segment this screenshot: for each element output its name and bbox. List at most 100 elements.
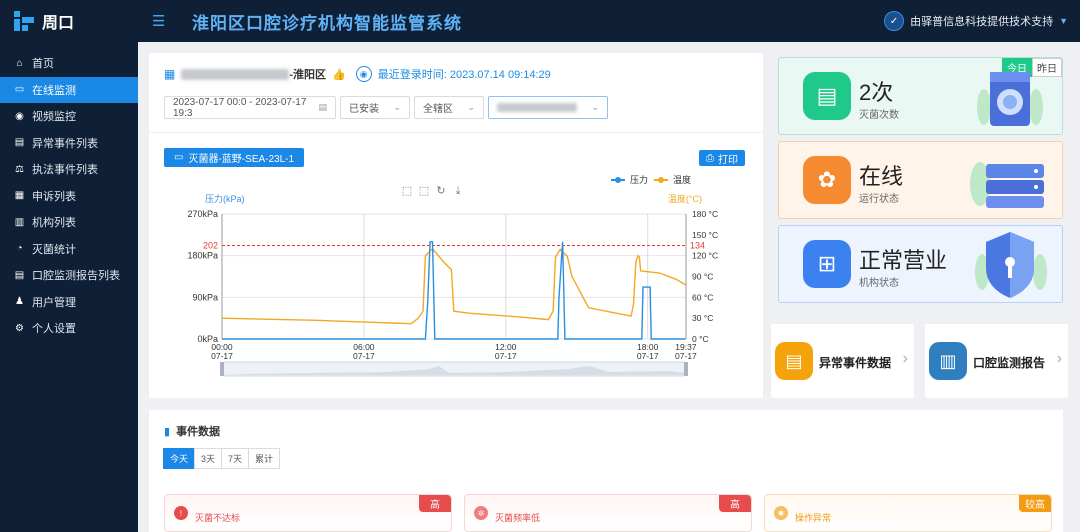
oral-report-label: 口腔监测报告 — [973, 356, 1046, 370]
alert-card[interactable]: ✹ 操作异常 较高 — [764, 494, 1052, 532]
home-icon: ⌂ — [16, 57, 23, 69]
abnormal-event-data-link[interactable]: ▤ 异常事件数据 › — [771, 324, 914, 398]
sidebar-item-label: 个人设置 — [32, 323, 76, 336]
sidebar-item[interactable]: ▦ 申诉列表 — [0, 183, 138, 210]
sidebar-item-label: 在线监测 — [32, 84, 76, 97]
alarm-icon: ! — [174, 506, 188, 520]
alert-card[interactable]: ! 灭菌不达标 高 — [164, 494, 452, 532]
warning-doc-icon: ▤ — [775, 342, 813, 380]
legend-label: 温度 — [673, 174, 691, 185]
region-select[interactable]: 全辖区 ⌄ — [414, 96, 484, 119]
frequency-icon: ✲ — [474, 506, 488, 520]
users-icon: ♟ — [15, 296, 24, 308]
range-slider-handle-right[interactable] — [684, 362, 688, 376]
pie-chart-icon: ◔ — [16, 243, 23, 255]
support-info[interactable]: ✓ 由驿普信息科技提供技术支持 ▼ — [884, 11, 1068, 31]
oral-report-link[interactable]: ▥ 口腔监测报告 › — [925, 324, 1068, 398]
printer-icon: ⎙ — [706, 152, 714, 164]
app-logo: 周口 — [0, 0, 138, 42]
sterilization-count: 2次 — [859, 80, 894, 105]
sidebar-item[interactable]: ◉ 视频监控 — [0, 103, 138, 130]
left-tick-label: 90kPa — [192, 292, 218, 302]
chevron-down-icon: ⌄ — [393, 102, 401, 112]
right-axis-title: 温度(°C) — [668, 193, 702, 204]
chevron-down-icon: ⌄ — [591, 102, 599, 112]
sidebar-item-label: 机构列表 — [32, 217, 76, 230]
x-tick-date: 07-17 — [495, 351, 517, 361]
sidebar-item[interactable]: ▤ 口腔监测报告列表 — [0, 262, 138, 289]
pressure-temperature-chart: ⬚ ⬚ ↻ ⤓压力 温度压力(kPa) 温度(°C)270kPa180kPa90kPa0k… — [187, 174, 718, 377]
sidebar-item[interactable]: ♟ 用户管理 — [0, 289, 138, 316]
report-icon: ▤ — [14, 269, 25, 281]
sidebar-item[interactable]: ⚖ 执法事件列表 — [0, 156, 138, 183]
alert-card[interactable]: ✲ 灭菌频率低 高 — [464, 494, 752, 532]
bar-chart-icon: ▮ — [164, 425, 171, 438]
left-tick-label: 270kPa — [187, 209, 218, 219]
running-status: 在线 — [859, 164, 904, 189]
sidebar-item-label: 申诉列表 — [32, 190, 76, 203]
chevron-right-icon: › — [902, 350, 908, 367]
institution-name — [181, 68, 290, 80]
app-name: 周口 — [42, 15, 75, 32]
chevron-right-icon: › — [1056, 350, 1062, 367]
appeal-icon: ▦ — [14, 190, 25, 202]
sun-icon: ✹ — [774, 506, 788, 520]
severity-badge: 高 — [719, 495, 751, 512]
sidebar-item[interactable]: ⌂ 首页 — [0, 50, 138, 77]
institution-status-card: ⊞ 正常营业 机构状态 — [778, 225, 1063, 303]
x-tick-date: 07-17 — [353, 351, 375, 361]
x-tick-date: 07-17 — [211, 351, 233, 361]
divider — [149, 132, 763, 133]
sidebar-item-label: 执法事件列表 — [32, 164, 98, 177]
sidebar-item[interactable]: ▥ 机构列表 — [0, 209, 138, 236]
date-range-picker[interactable]: 2023-07-17 00:0 - 2023-07-17 19:3 ▤ — [164, 96, 336, 119]
event-range-tab[interactable]: 累计 — [248, 448, 281, 469]
institution-select-value — [497, 103, 577, 112]
right-tick-label: 150 °C — [692, 230, 718, 240]
sidebar-item-label: 首页 — [32, 58, 54, 71]
sidebar-item[interactable]: ▤ 异常事件列表 — [0, 130, 138, 157]
monitor-icon: ▭ — [174, 152, 184, 163]
temperature-series-line — [221, 247, 686, 325]
sidebar-item[interactable]: ⚙ 个人设置 — [0, 315, 138, 342]
top-bar: ☰ 淮阳区口腔诊疗机构智能监管系统 ✓ 由驿普信息科技提供技术支持 ▼ — [138, 0, 1080, 42]
right-tick-label: 120 °C — [692, 251, 718, 261]
sidebar: 周口 ⌂ 首页 ▭ 在线监测 ◉ 视频监控 ▤ 异常事件列表 ⚖ 执法事件列表 ▦ 申诉列表 ▥ 机构列表… — [0, 0, 138, 532]
list-icon: ▤ — [14, 137, 25, 149]
alert-label: 灭菌不达标 — [195, 513, 241, 523]
clinic-icon: ⊞ — [803, 240, 851, 288]
abnormal-event-data-label: 异常事件数据 — [819, 356, 892, 370]
event-range-tab[interactable]: 3天 — [194, 448, 223, 469]
monitor-icon: ▭ — [14, 84, 25, 96]
restore-icon[interactable]: ↻ — [436, 185, 445, 197]
pressure-series-line — [222, 241, 686, 340]
install-status-value: 已安装 — [349, 104, 379, 115]
event-range-tab[interactable]: 7天 — [221, 448, 250, 469]
institution-status-label: 机构状态 — [859, 278, 899, 289]
zoom-icon[interactable]: ⬚ — [402, 185, 412, 197]
legend-label: 压力 — [630, 174, 648, 185]
menu-toggle-icon[interactable]: ☰ — [152, 12, 170, 30]
district-label: -淮阳区 — [289, 69, 327, 81]
range-slider-handle-left[interactable] — [220, 362, 224, 376]
running-status-card: ✿ 在线 运行状态 — [778, 141, 1063, 219]
zoom-reset-icon[interactable]: ⬚ — [419, 185, 429, 197]
institution-select[interactable]: ⌄ — [488, 96, 608, 119]
event-range-tab[interactable]: 今天 — [163, 448, 196, 469]
camera-icon: ◉ — [15, 110, 24, 122]
sterilization-count-card: ▤ 2次 灭菌次数 今日 昨日 — [778, 57, 1063, 135]
sidebar-item-label: 用户管理 — [32, 296, 76, 309]
sidebar-item[interactable]: ◔ 灭菌统计 — [0, 236, 138, 263]
gear-icon: ✿ — [803, 156, 851, 204]
severity-badge: 较高 — [1019, 495, 1051, 512]
date-range-value: 2023-07-17 00:0 - 2023-07-17 19:3 — [173, 96, 307, 119]
sidebar-item-label: 异常事件列表 — [32, 137, 98, 150]
save-image-icon[interactable]: ⤓ — [456, 185, 461, 197]
install-status-select[interactable]: 已安装 ⌄ — [340, 96, 410, 119]
sidebar-item[interactable]: ▭ 在线监测 — [0, 76, 138, 103]
right-tick-label: 30 °C — [692, 313, 713, 323]
temperature-threshold-label: 134 — [690, 240, 705, 250]
legend-swatch — [658, 177, 664, 183]
shield-illustration — [975, 232, 1047, 298]
support-text: 由驿普信息科技提供技术支持 — [910, 16, 1054, 28]
